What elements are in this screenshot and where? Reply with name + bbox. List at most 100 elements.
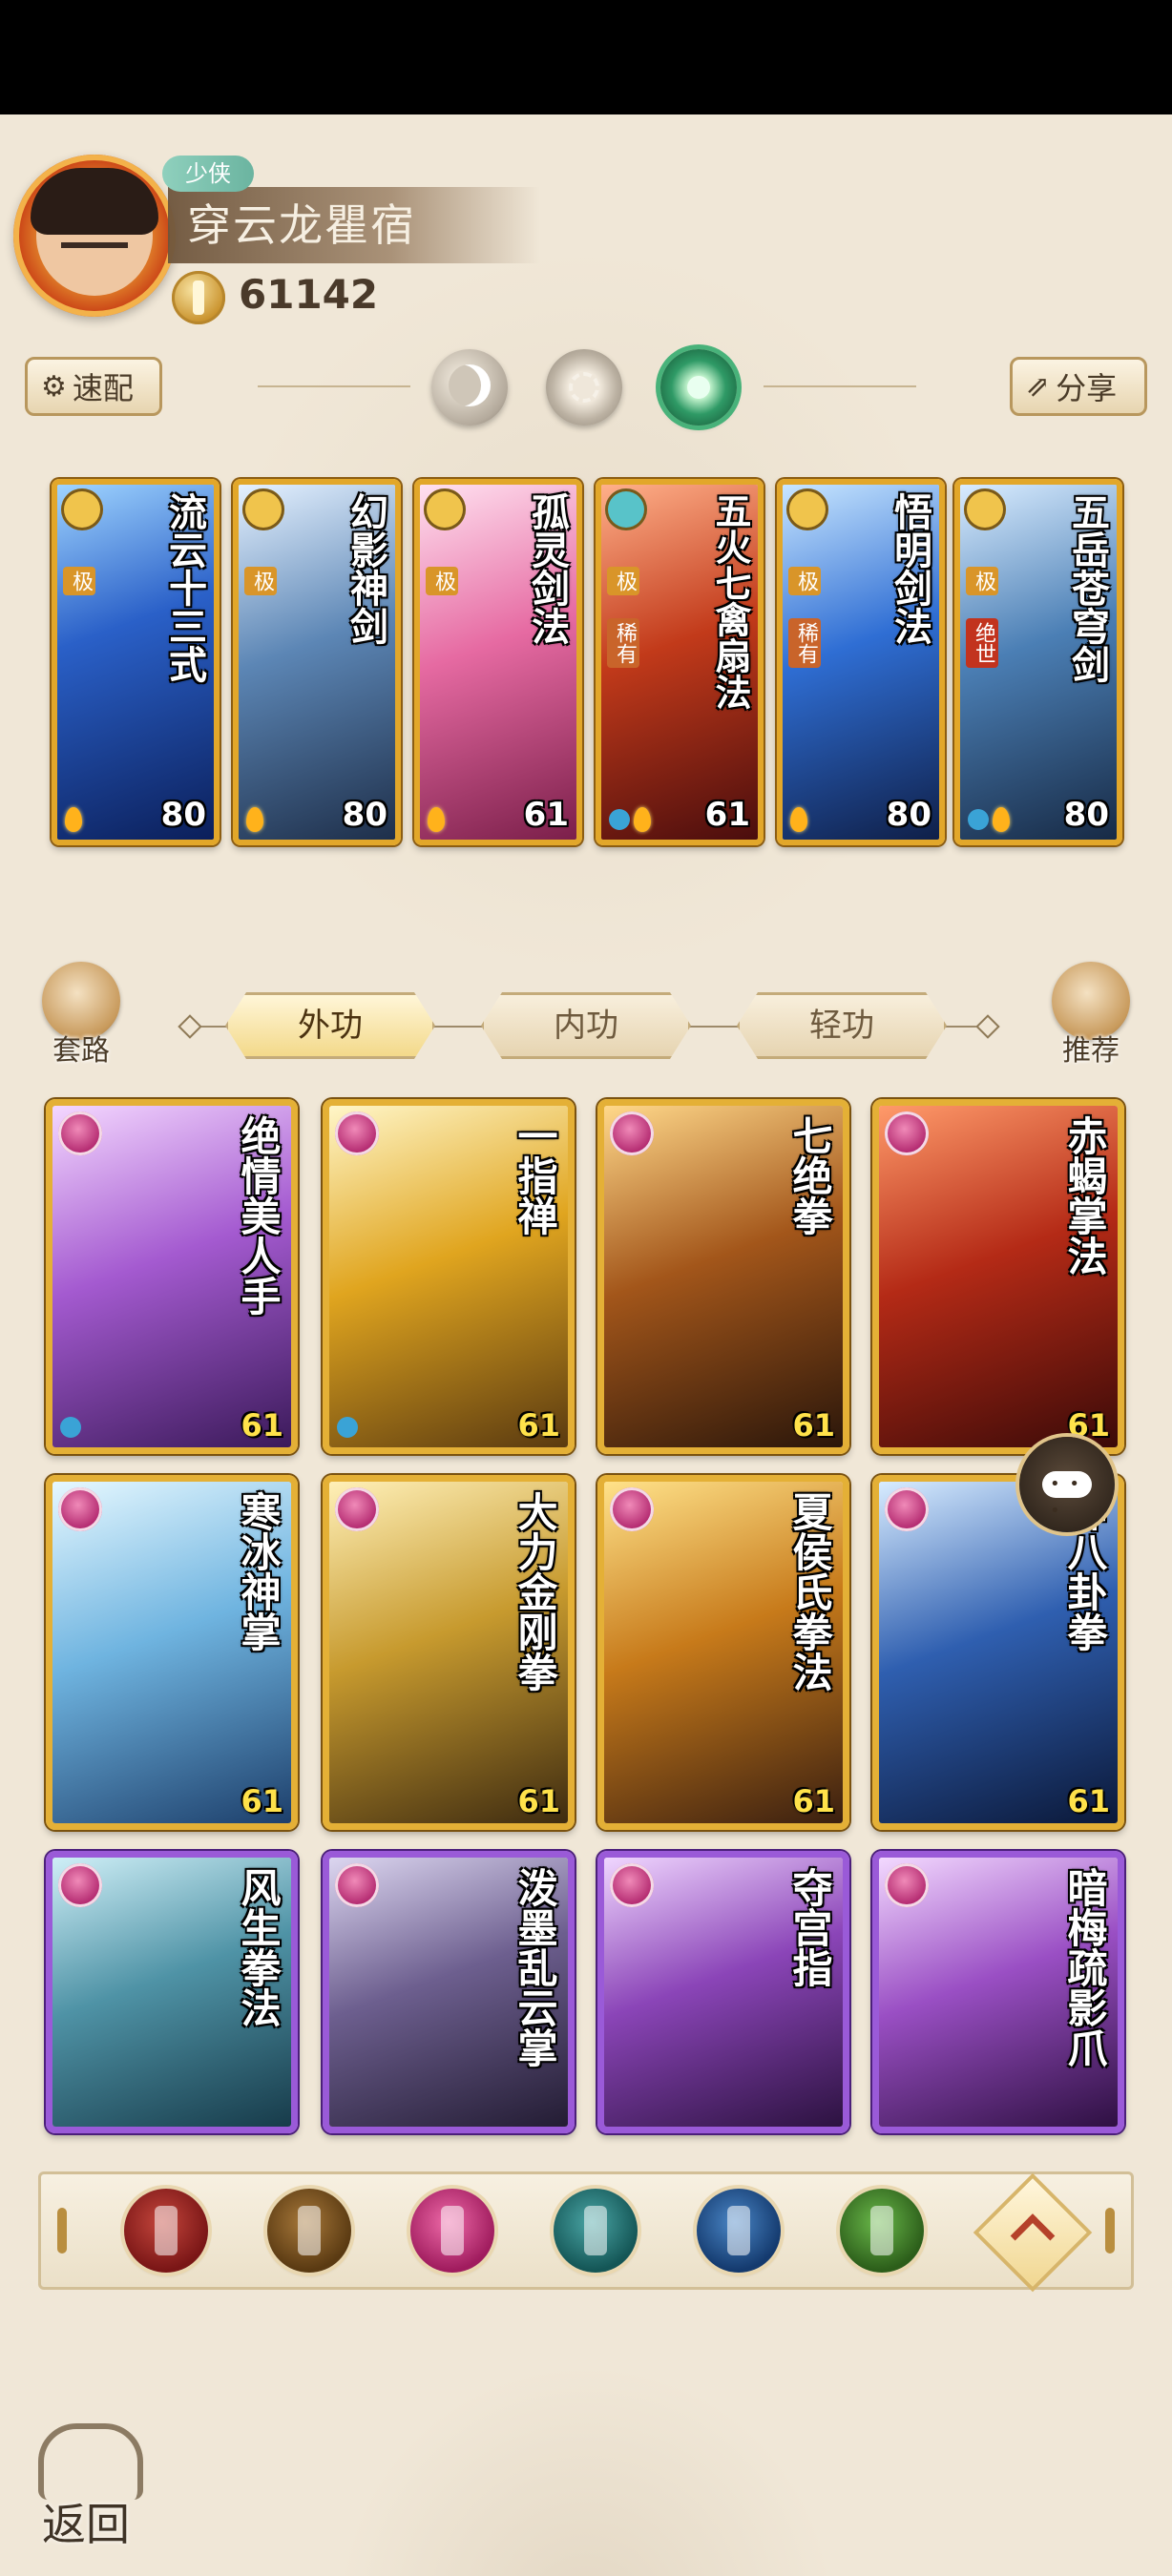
martial-card[interactable]: 赤蝎掌法 61 — [872, 1099, 1124, 1454]
grade-icon — [605, 488, 647, 530]
status-bar — [0, 0, 1172, 114]
whip-filter-icon[interactable] — [840, 2189, 924, 2273]
share-label: 分享 — [1056, 370, 1118, 406]
quick-match-button[interactable]: ⚙ 速配 — [25, 357, 162, 416]
martial-card[interactable]: 夺宫指 — [597, 1851, 849, 2133]
martial-card[interactable]: 神八卦拳 61 — [872, 1475, 1124, 1830]
fire-icon — [993, 807, 1010, 832]
fire-icon — [246, 807, 263, 832]
moon-icon[interactable] — [431, 349, 508, 426]
back-arrow-icon — [38, 2423, 143, 2500]
martial-card[interactable]: 泼墨乱云掌 — [323, 1851, 575, 2133]
grade-icon — [242, 488, 284, 530]
fist-filter-icon[interactable] — [410, 2189, 494, 2273]
skill-level: 61 — [704, 796, 750, 834]
leaf-icon[interactable] — [660, 349, 737, 426]
fire-icon — [428, 807, 445, 832]
card-title: 绝情美人手 — [235, 1115, 282, 1316]
player-name: 穿云龙瞿宿 — [187, 199, 416, 251]
skill-title: 孤灵剑法 — [525, 492, 570, 645]
fist-icon — [885, 1487, 929, 1531]
card-title: 泼墨乱云掌 — [512, 1867, 558, 2067]
card-level: 61 — [792, 1407, 835, 1444]
skill-title: 幻影神剑 — [344, 492, 388, 645]
skill-level: 80 — [886, 796, 931, 834]
card-level: 61 — [241, 1407, 283, 1444]
recommend-button[interactable]: 推荐 — [1048, 962, 1134, 1068]
card-title: 一指禅 — [512, 1115, 558, 1236]
chat-dots — [1042, 1471, 1092, 1525]
grade-icon — [786, 488, 828, 530]
equipped-skill-card[interactable]: 极 稀有 悟明剑法 80 — [777, 479, 945, 845]
fist-icon — [58, 1863, 102, 1907]
martial-card[interactable]: 寒冰神掌 61 — [46, 1475, 298, 1830]
equipped-skill-card[interactable]: 极 幻影神剑 80 — [233, 479, 401, 845]
skill-title: 五火七禽扇法 — [709, 492, 752, 710]
martial-card[interactable]: 风生拳法 — [46, 1851, 298, 2133]
water-icon — [60, 1417, 81, 1438]
tag-extreme: 极 — [63, 567, 95, 595]
water-icon — [609, 809, 630, 830]
equipped-skill-card[interactable]: 极 稀有 五火七禽扇法 61 — [596, 479, 764, 845]
martial-card[interactable]: 暗梅疏影爪 — [872, 1851, 1124, 2133]
tab-external-skill[interactable]: 外功 — [225, 992, 435, 1059]
fire-icon — [790, 807, 807, 832]
back-button[interactable]: 返回 — [29, 2423, 153, 2557]
card-title: 暗梅疏影爪 — [1061, 1867, 1108, 2067]
martial-card[interactable]: 夏侯氏拳法 61 — [597, 1475, 849, 1830]
taiji-filter-icon[interactable] — [697, 2189, 781, 2273]
fan-filter-icon[interactable] — [554, 2189, 638, 2273]
martial-card[interactable]: 绝情美人手 61 — [46, 1099, 298, 1454]
fist-icon — [885, 1863, 929, 1907]
card-level: 61 — [792, 1783, 835, 1819]
rank-badge: 少侠 — [162, 156, 254, 192]
card-title: 赤蝎掌法 — [1061, 1115, 1108, 1276]
equipped-skill-card[interactable]: 极 孤灵剑法 61 — [414, 479, 582, 845]
tag-rare: 稀有 — [788, 618, 821, 668]
fire-icon — [65, 807, 82, 832]
card-title: 夺宫指 — [786, 1867, 833, 1987]
quick-match-label: 速配 — [72, 370, 134, 406]
equipped-skill-card[interactable]: 极 绝世 五岳苍穹剑 80 — [954, 479, 1122, 845]
water-icon — [968, 809, 989, 830]
fist-icon — [610, 1111, 654, 1155]
martial-card[interactable]: 一指禅 61 — [323, 1099, 575, 1454]
divider-left — [258, 385, 410, 387]
equipped-skill-card[interactable]: 极 流云十三式 80 — [52, 479, 220, 845]
fist-icon — [610, 1863, 654, 1907]
blade-filter-icon[interactable] — [267, 2189, 351, 2273]
grade-icon — [964, 488, 1006, 530]
card-title: 夏侯氏拳法 — [786, 1491, 833, 1692]
card-level: 61 — [517, 1407, 560, 1444]
tab-lightness-skill[interactable]: 轻功 — [737, 992, 947, 1059]
card-level: 61 — [1067, 1783, 1110, 1819]
gear-icon: ⚙ — [41, 369, 67, 404]
fire-icon — [634, 807, 651, 832]
card-level: 61 — [517, 1783, 560, 1819]
avatar-eyes — [61, 242, 128, 258]
martial-card[interactable]: 大力金刚拳 61 — [323, 1475, 575, 1830]
chat-icon[interactable] — [1019, 1437, 1115, 1532]
tag-extreme: 极 — [607, 567, 639, 595]
recommend-label: 推荐 — [1062, 1034, 1120, 1068]
card-title: 风生拳法 — [235, 1867, 282, 2027]
player-avatar[interactable] — [13, 155, 176, 317]
fist-icon — [885, 1111, 929, 1155]
share-button[interactable]: ⇗ 分享 — [1010, 357, 1147, 416]
routes-button[interactable]: 套路 — [38, 962, 124, 1068]
grade-icon — [424, 488, 466, 530]
water-icon — [337, 1417, 358, 1438]
tag-rare: 稀有 — [607, 618, 639, 668]
fist-icon — [610, 1487, 654, 1531]
card-title: 寒冰神掌 — [235, 1491, 282, 1652]
sword-filter-icon[interactable] — [124, 2189, 208, 2273]
sun-icon[interactable] — [546, 349, 622, 426]
power-coin-icon — [172, 271, 225, 324]
fist-icon — [58, 1487, 102, 1531]
skill-level: 80 — [342, 796, 387, 834]
bar-pin — [57, 2208, 67, 2254]
martial-card[interactable]: 七绝拳 61 — [597, 1099, 849, 1454]
tab-internal-skill[interactable]: 内功 — [481, 992, 691, 1059]
power-value: 61142 — [239, 271, 379, 318]
skill-level: 61 — [523, 796, 569, 834]
